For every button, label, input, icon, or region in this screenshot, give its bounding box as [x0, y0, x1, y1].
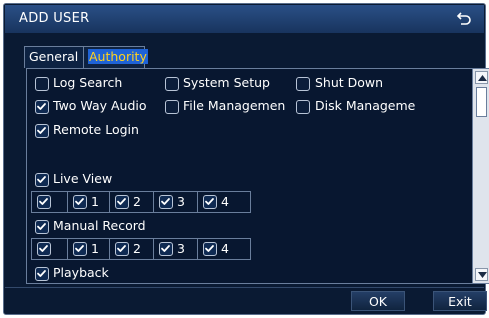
- two-way-audio-checkbox[interactable]: [35, 100, 49, 114]
- live-view-all-checkbox[interactable]: [37, 195, 51, 209]
- live-view-channel-all: [32, 192, 68, 212]
- manual-record-ch1-checkbox[interactable]: [73, 242, 87, 256]
- title-bar: ADD USER: [5, 5, 484, 33]
- playback-label: Playback: [53, 265, 109, 280]
- disk-management-checkbox[interactable]: [296, 100, 310, 114]
- tab-authority[interactable]: Authority: [83, 46, 148, 68]
- manual-record-channel-2: 2: [110, 239, 154, 259]
- manual-record-ch4-checkbox[interactable]: [203, 242, 217, 256]
- live-view-channel-2: 2: [110, 192, 154, 212]
- checkmark-icon: [75, 198, 84, 205]
- live-view-checkbox[interactable]: [35, 173, 49, 187]
- ok-button[interactable]: OK: [351, 291, 405, 311]
- tab-general[interactable]: General: [24, 46, 84, 68]
- dialog-footer: OK Exit: [5, 287, 487, 313]
- tab-general-label: General: [29, 49, 79, 64]
- live-view-channel-3: 3: [154, 192, 198, 212]
- system-setup-checkbox[interactable]: [165, 77, 179, 91]
- checkmark-icon: [37, 223, 46, 230]
- manual-record-checkbox[interactable]: [35, 220, 49, 234]
- live-view-ch1-checkbox[interactable]: [73, 195, 87, 209]
- log-search-checkbox[interactable]: [35, 77, 49, 91]
- system-setup-label: System Setup: [183, 75, 270, 90]
- manual-record-ch4-label: 4: [221, 241, 229, 256]
- file-management-checkbox[interactable]: [165, 100, 179, 114]
- dialog-title: ADD USER: [19, 11, 90, 26]
- manual-record-channel-3: 3: [154, 239, 198, 259]
- shut-down-label: Shut Down: [315, 75, 384, 90]
- checkmark-icon: [117, 245, 126, 252]
- manual-record-ch2-checkbox[interactable]: [115, 242, 129, 256]
- two-way-audio-label: Two Way Audio: [53, 98, 147, 113]
- exit-button[interactable]: Exit: [433, 291, 487, 311]
- checkmark-icon: [205, 245, 214, 252]
- checkmark-icon: [161, 198, 170, 205]
- manual-record-channel-1: 1: [68, 239, 110, 259]
- add-user-dialog: ADD USER General Authority Log Search Sy…: [3, 3, 489, 315]
- shut-down-checkbox[interactable]: [296, 77, 310, 91]
- live-view-channels: 1 2 3 4: [31, 191, 251, 213]
- checkmark-icon: [161, 245, 170, 252]
- checkmark-icon: [37, 127, 46, 134]
- checkmark-icon: [39, 198, 48, 205]
- checkmark-icon: [37, 270, 46, 277]
- manual-record-ch1-label: 1: [91, 241, 99, 256]
- live-view-ch4-label: 4: [221, 194, 229, 209]
- live-view-label: Live View: [53, 171, 113, 186]
- file-management-label: File Managemen: [183, 98, 286, 113]
- scroll-up-arrow-icon[interactable]: [475, 71, 488, 84]
- live-view-channel-4: 4: [198, 192, 250, 212]
- playback-checkbox[interactable]: [35, 267, 49, 281]
- manual-record-channels: 1 2 3 4: [31, 238, 251, 260]
- disk-management-label: Disk Manageme: [315, 98, 416, 113]
- tab-authority-label: Authority: [88, 49, 148, 64]
- manual-record-channel-4: 4: [198, 239, 250, 259]
- checkmark-icon: [75, 245, 84, 252]
- remote-login-checkbox[interactable]: [35, 124, 49, 138]
- checkmark-icon: [117, 198, 126, 205]
- checkmark-icon: [37, 103, 46, 110]
- checkmark-icon: [37, 176, 46, 183]
- live-view-ch4-checkbox[interactable]: [203, 195, 217, 209]
- live-view-ch3-checkbox[interactable]: [159, 195, 173, 209]
- manual-record-ch2-label: 2: [133, 241, 141, 256]
- manual-record-channel-all: [32, 239, 68, 259]
- manual-record-ch3-checkbox[interactable]: [159, 242, 173, 256]
- remote-login-label: Remote Login: [53, 122, 139, 137]
- live-view-ch2-checkbox[interactable]: [115, 195, 129, 209]
- live-view-ch3-label: 3: [177, 194, 185, 209]
- checkmark-icon: [205, 198, 214, 205]
- live-view-ch1-label: 1: [91, 194, 99, 209]
- manual-record-all-checkbox[interactable]: [37, 242, 51, 256]
- live-view-channel-1: 1: [68, 192, 110, 212]
- live-view-ch2-label: 2: [133, 194, 141, 209]
- permissions-list: Log Search System Setup Shut Down Two Wa…: [27, 69, 472, 283]
- log-search-label: Log Search: [53, 75, 123, 90]
- manual-record-ch3-label: 3: [177, 241, 185, 256]
- checkmark-icon: [39, 245, 48, 252]
- vertical-scrollbar[interactable]: [472, 69, 489, 283]
- return-arrow-icon[interactable]: [456, 10, 472, 26]
- scroll-down-arrow-icon[interactable]: [475, 268, 488, 281]
- authority-panel: Log Search System Setup Shut Down Two Wa…: [26, 68, 489, 284]
- manual-record-label: Manual Record: [53, 218, 146, 233]
- scrollbar-thumb[interactable]: [476, 87, 487, 117]
